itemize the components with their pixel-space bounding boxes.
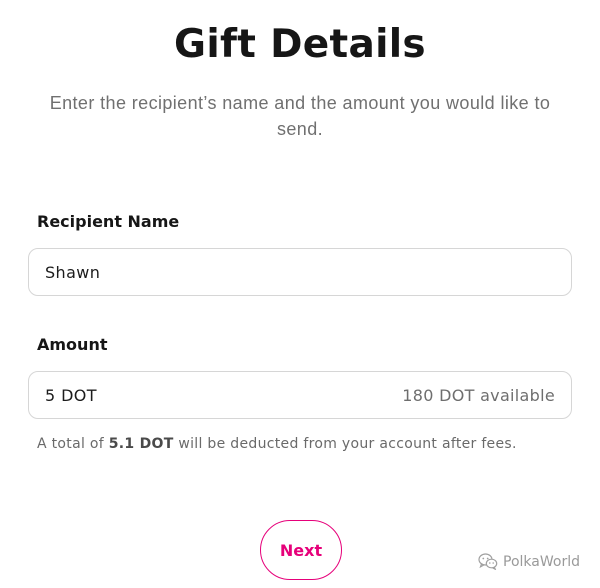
recipient-name-value[interactable]: Shawn <box>45 263 555 282</box>
fee-note-prefix: A total of <box>37 436 109 452</box>
gift-details-page: Gift Details Enter the recipient’s name … <box>0 0 600 588</box>
page-title: Gift Details <box>174 22 426 67</box>
page-subtitle: Enter the recipient’s name and the amoun… <box>49 93 551 139</box>
watermark-text: PolkaWorld <box>503 553 580 570</box>
wechat-icon <box>478 553 498 570</box>
recipient-name-field[interactable]: Shawn <box>28 248 572 296</box>
fee-note: A total of 5.1 DOT will be deducted from… <box>37 436 517 452</box>
recipient-name-label: Recipient Name <box>37 212 180 231</box>
amount-field[interactable]: 5 DOT 180 DOT available <box>28 371 572 419</box>
watermark: PolkaWorld <box>478 553 580 570</box>
amount-value[interactable]: 5 DOT <box>45 386 402 405</box>
available-balance: 180 DOT available <box>402 385 555 405</box>
fee-note-suffix: will be deducted from your account after… <box>173 436 517 452</box>
fee-note-total: 5.1 DOT <box>108 436 174 452</box>
amount-label: Amount <box>37 335 108 354</box>
next-button[interactable]: Next <box>260 520 342 580</box>
